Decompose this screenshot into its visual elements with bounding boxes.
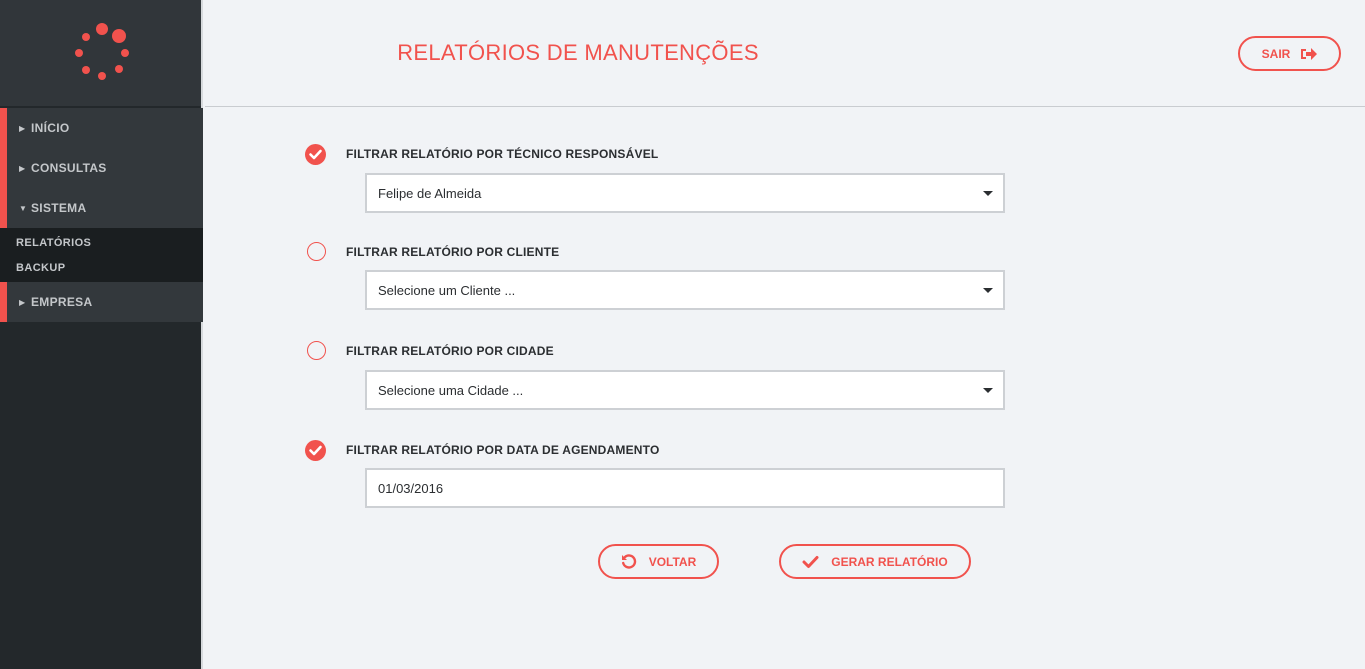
logo-area	[0, 0, 201, 106]
undo-icon	[621, 553, 636, 569]
filter-label: FILTRAR RELATÓRIO POR CIDADE	[346, 344, 554, 358]
sidebar-submenu: RELATÓRIOS BACKUP	[0, 228, 203, 282]
filter-checkbox[interactable]	[305, 440, 326, 461]
check-icon	[309, 445, 322, 456]
tecnico-select[interactable]: Felipe de Almeida	[365, 173, 1005, 213]
sidebar: ▶ INÍCIO ▶ CONSULTAS ▼ SISTEMA RELATÓRIO…	[0, 0, 203, 669]
sidebar-item-label: CONSULTAS	[31, 161, 107, 175]
caret-right-icon: ▶	[19, 297, 26, 307]
sidebar-item-inicio[interactable]: ▶ INÍCIO	[0, 108, 203, 148]
filter-checkbox[interactable]	[307, 341, 326, 360]
sidebar-item-label: INÍCIO	[31, 121, 70, 135]
filter-label: FILTRAR RELATÓRIO POR CLIENTE	[346, 245, 560, 259]
caret-right-icon: ▶	[19, 123, 26, 133]
sidebar-nav: ▶ INÍCIO ▶ CONSULTAS ▼ SISTEMA RELATÓRIO…	[0, 108, 203, 322]
sign-out-icon	[1301, 47, 1318, 60]
filter-checkbox[interactable]	[307, 242, 326, 261]
dropdown-arrow-icon	[983, 191, 993, 196]
generate-report-button[interactable]: GERAR RELATÓRIO	[779, 544, 971, 579]
cidade-select[interactable]: Selecione uma Cidade ...	[365, 370, 1005, 410]
generate-label: GERAR RELATÓRIO	[831, 554, 948, 569]
logout-label: SAIR	[1261, 46, 1291, 61]
back-button[interactable]: VOLTAR	[598, 544, 719, 579]
page-title: RELATÓRIOS DE MANUTENÇÕES	[397, 40, 759, 65]
sidebar-subitem-relatorios[interactable]: RELATÓRIOS	[0, 230, 203, 255]
filter-label: FILTRAR RELATÓRIO POR TÉCNICO RESPONSÁVE…	[346, 147, 659, 161]
check-icon	[802, 555, 819, 568]
filter-label: FILTRAR RELATÓRIO POR DATA DE AGENDAMENT…	[346, 443, 660, 457]
cliente-select[interactable]: Selecione um Cliente ...	[365, 270, 1005, 310]
check-icon	[309, 149, 322, 160]
select-value: Felipe de Almeida	[378, 185, 482, 201]
date-input[interactable]: 01/03/2016	[365, 468, 1005, 508]
input-value: 01/03/2016	[378, 480, 444, 496]
select-value: Selecione um Cliente ...	[378, 282, 516, 298]
header: RELATÓRIOS DE MANUTENÇÕES SAIR	[205, 0, 1365, 107]
select-value: Selecione uma Cidade ...	[378, 382, 524, 398]
sidebar-subitem-backup[interactable]: BACKUP	[0, 255, 203, 280]
back-label: VOLTAR	[648, 554, 697, 569]
caret-right-icon: ▶	[19, 163, 26, 173]
sidebar-item-label: EMPRESA	[31, 295, 93, 309]
sidebar-item-label: SISTEMA	[31, 201, 87, 215]
sidebar-item-consultas[interactable]: ▶ CONSULTAS	[0, 148, 203, 188]
loading-logo-icon	[75, 23, 129, 80]
sidebar-item-empresa[interactable]: ▶ EMPRESA	[0, 282, 203, 322]
title-wrap: RELATÓRIOS DE MANUTENÇÕES	[205, 40, 951, 66]
filter-checkbox[interactable]	[305, 144, 326, 165]
dropdown-arrow-icon	[983, 288, 993, 293]
dropdown-arrow-icon	[983, 388, 993, 393]
sidebar-item-sistema[interactable]: ▼ SISTEMA	[0, 188, 203, 228]
caret-down-icon: ▼	[19, 203, 28, 213]
logout-button[interactable]: SAIR	[1238, 36, 1341, 71]
